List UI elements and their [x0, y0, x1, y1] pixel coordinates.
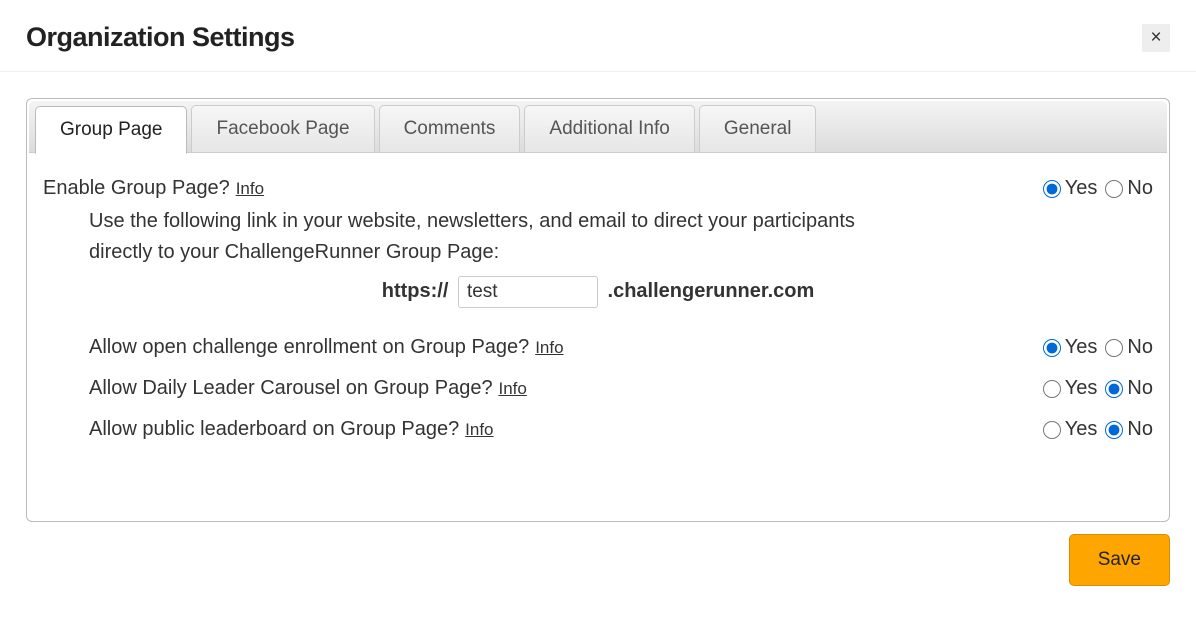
- open-enroll-no-option[interactable]: No: [1105, 336, 1153, 359]
- modal-title: Organization Settings: [26, 22, 295, 53]
- public-lb-no-option[interactable]: No: [1105, 418, 1153, 441]
- subdomain-input[interactable]: [458, 276, 598, 308]
- enable-group-page-label: Enable Group Page?: [43, 177, 230, 200]
- tab-group-page[interactable]: Group Page: [35, 106, 187, 154]
- daily-leader-no-option[interactable]: No: [1105, 377, 1153, 400]
- tab-general[interactable]: General: [699, 105, 817, 152]
- tab-facebook-page[interactable]: Facebook Page: [191, 105, 374, 152]
- url-suffix: .challengerunner.com: [608, 280, 815, 302]
- tab-container: Group Page Facebook Page Comments Additi…: [26, 98, 1170, 522]
- enable-no-radio[interactable]: [1105, 180, 1123, 198]
- tab-list: Group Page Facebook Page Comments Additi…: [29, 101, 1167, 153]
- public-lb-yes-option[interactable]: Yes: [1043, 418, 1098, 441]
- enable-description: Use the following link in your website, …: [89, 206, 909, 268]
- setting-enable-group-page: Enable Group Page? Info Yes No: [43, 177, 1153, 200]
- enable-yes-radio[interactable]: [1043, 180, 1061, 198]
- info-link-daily-leader[interactable]: Info: [498, 379, 526, 398]
- setting-daily-leader: Allow Daily Leader Carousel on Group Pag…: [89, 377, 1153, 400]
- open-enrollment-label: Allow open challenge enrollment on Group…: [89, 336, 529, 359]
- open-enroll-yes-option[interactable]: Yes: [1043, 336, 1098, 359]
- tab-panel-group-page: Enable Group Page? Info Yes No Use the f…: [29, 153, 1167, 519]
- tab-comments[interactable]: Comments: [379, 105, 521, 152]
- tab-additional-info[interactable]: Additional Info: [524, 105, 694, 152]
- open-enroll-yes-label: Yes: [1065, 336, 1098, 359]
- daily-leader-yes-option[interactable]: Yes: [1043, 377, 1098, 400]
- open-enroll-no-radio[interactable]: [1105, 339, 1123, 357]
- save-button[interactable]: Save: [1069, 534, 1170, 586]
- info-link-enable[interactable]: Info: [236, 179, 264, 198]
- public-lb-yes-label: Yes: [1065, 418, 1098, 441]
- daily-leader-yes-label: Yes: [1065, 377, 1098, 400]
- setting-open-enrollment: Allow open challenge enrollment on Group…: [89, 336, 1153, 359]
- public-leaderboard-radios: Yes No: [1043, 418, 1153, 441]
- url-row: https:// .challengerunner.com: [43, 276, 1153, 308]
- daily-leader-radios: Yes No: [1043, 377, 1153, 400]
- open-enrollment-radios: Yes No: [1043, 336, 1153, 359]
- info-link-open-enrollment[interactable]: Info: [535, 338, 563, 357]
- public-leaderboard-label: Allow public leaderboard on Group Page?: [89, 418, 459, 441]
- url-prefix: https://: [382, 280, 449, 302]
- public-lb-no-label: No: [1127, 418, 1153, 441]
- close-button[interactable]: ×: [1142, 24, 1170, 52]
- open-enroll-no-label: No: [1127, 336, 1153, 359]
- modal-content: Group Page Facebook Page Comments Additi…: [0, 72, 1196, 522]
- daily-leader-yes-radio[interactable]: [1043, 380, 1061, 398]
- modal-footer: Save: [0, 522, 1196, 586]
- public-lb-no-radio[interactable]: [1105, 421, 1123, 439]
- daily-leader-no-label: No: [1127, 377, 1153, 400]
- info-link-public-leaderboard[interactable]: Info: [465, 420, 493, 439]
- enable-yes-label: Yes: [1065, 177, 1098, 200]
- open-enroll-yes-radio[interactable]: [1043, 339, 1061, 357]
- enable-group-page-radios: Yes No: [1043, 177, 1153, 200]
- enable-no-option[interactable]: No: [1105, 177, 1153, 200]
- enable-yes-option[interactable]: Yes: [1043, 177, 1098, 200]
- enable-no-label: No: [1127, 177, 1153, 200]
- public-lb-yes-radio[interactable]: [1043, 421, 1061, 439]
- setting-public-leaderboard: Allow public leaderboard on Group Page? …: [89, 418, 1153, 441]
- daily-leader-label: Allow Daily Leader Carousel on Group Pag…: [89, 377, 493, 400]
- modal-header: Organization Settings ×: [0, 0, 1196, 72]
- daily-leader-no-radio[interactable]: [1105, 380, 1123, 398]
